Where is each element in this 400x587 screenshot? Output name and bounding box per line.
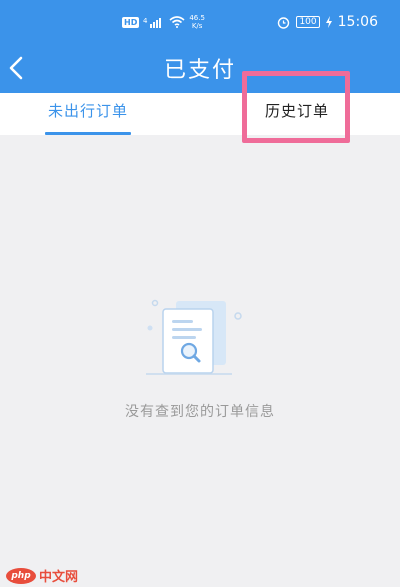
signal-icon: 4: [143, 17, 162, 28]
tab-upcoming-orders-label: 未出行订单: [47, 102, 128, 120]
wifi-icon: [169, 16, 185, 28]
watermark-text: 中文网: [39, 570, 79, 585]
status-time: 15:06: [337, 14, 378, 30]
status-bar-left: HD 4 46.5 K/s: [122, 14, 205, 30]
status-bar: HD 4 46.5 K/s 100 15:06: [0, 0, 400, 44]
watermark-logo: php: [6, 567, 36, 584]
site-watermark: php 中文网: [6, 566, 78, 585]
network-speed: 46.5 K/s: [189, 14, 205, 30]
svg-text:4: 4: [143, 17, 148, 25]
charging-icon: [325, 16, 332, 28]
hd-badge: HD: [122, 16, 140, 28]
highlight-annotation: [242, 71, 350, 143]
active-tab-indicator: [45, 132, 131, 135]
battery-icon: 100: [296, 16, 320, 28]
tab-upcoming-orders[interactable]: 未出行订单: [45, 100, 131, 135]
network-speed-unit: K/s: [191, 22, 203, 30]
status-bar-right: 100 15:06: [277, 14, 378, 30]
empty-state-message: 没有查到您的订单信息: [125, 404, 275, 420]
network-speed-value: 46.5: [189, 14, 205, 22]
alarm-icon: [278, 16, 290, 29]
document-search-icon: [146, 299, 242, 375]
